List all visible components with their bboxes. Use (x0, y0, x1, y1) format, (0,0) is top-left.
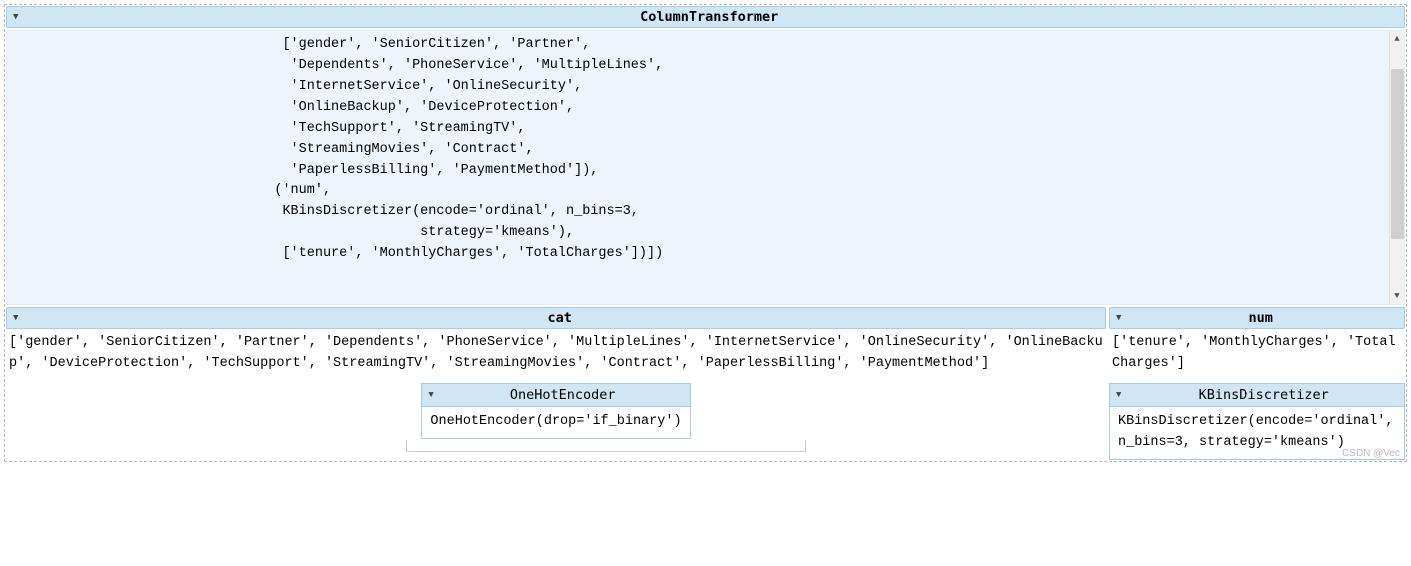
caret-down-icon[interactable]: ▼ (1116, 390, 1121, 400)
scroll-up-icon[interactable]: ▲ (1390, 31, 1404, 47)
onehotencoder-box: ▼ OneHotEncoder OneHotEncoder(drop='if_b… (421, 383, 690, 439)
sklearn-diagram: ▼ ColumnTransformer ['gender', 'SeniorCi… (4, 4, 1407, 462)
onehotencoder-header[interactable]: ▼ OneHotEncoder (422, 384, 689, 407)
num-block: ▼ num ['tenure', 'MonthlyCharges', 'Tota… (1109, 307, 1405, 460)
estimator-repr-scroll: ['gender', 'SeniorCitizen', 'Partner', '… (6, 30, 1405, 305)
num-columns-list: ['tenure', 'MonthlyCharges', 'TotalCharg… (1109, 331, 1405, 383)
column-transformer-header[interactable]: ▼ ColumnTransformer (6, 6, 1405, 28)
estimator-repr-text: ['gender', 'SeniorCitizen', 'Partner', '… (7, 31, 1404, 269)
cat-columns-list: ['gender', 'SeniorCitizen', 'Partner', '… (6, 331, 1106, 383)
column-transformer-title: ColumnTransformer (18, 9, 1400, 25)
scrollbar-vertical[interactable]: ▲ ▼ (1389, 31, 1404, 304)
cat-header[interactable]: ▼ cat (6, 307, 1106, 329)
caret-down-icon[interactable]: ▼ (428, 390, 433, 400)
transformer-columns-row: ▼ cat ['gender', 'SeniorCitizen', 'Partn… (6, 307, 1405, 460)
cat-block: ▼ cat ['gender', 'SeniorCitizen', 'Partn… (6, 307, 1106, 460)
onehotencoder-repr: OneHotEncoder(drop='if_binary') (422, 407, 689, 438)
num-header[interactable]: ▼ num (1109, 307, 1405, 329)
onehotencoder-title: OneHotEncoder (442, 387, 684, 403)
scrollbar-thumb[interactable] (1391, 69, 1404, 239)
watermark-text: CSDN @Vec (1342, 448, 1400, 459)
scroll-down-icon[interactable]: ▼ (1390, 288, 1404, 304)
kbinsdiscretizer-header[interactable]: ▼ KBinsDiscretizer (1110, 384, 1404, 407)
connector-line (406, 440, 806, 452)
num-title: num (1121, 310, 1400, 326)
kbinsdiscretizer-title: KBinsDiscretizer (1129, 387, 1398, 403)
cat-title: cat (18, 310, 1101, 326)
